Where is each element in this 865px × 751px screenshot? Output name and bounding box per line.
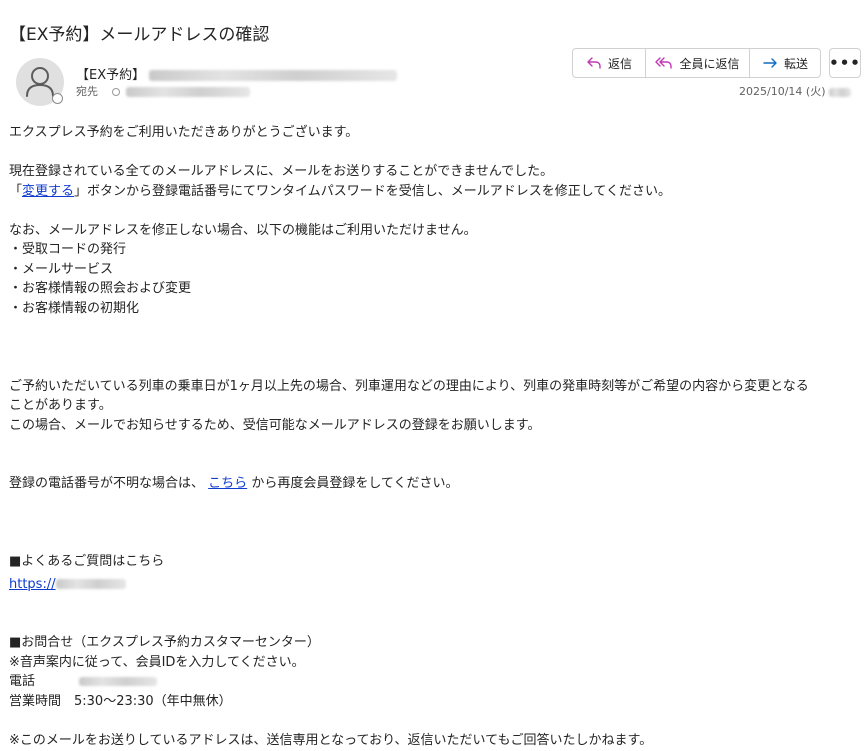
sender-email-redacted (149, 70, 398, 81)
reply-all-label: 全員に返信 (679, 56, 740, 71)
schedule-note: この場合、メールでお知らせするため、受信可能なメールアドレスの登録をお願いします… (9, 417, 541, 433)
reply-icon (587, 57, 601, 69)
to-label: 宛先 (76, 85, 98, 98)
date-text: 2025/10/14 (火) (739, 85, 826, 98)
action-button-group: 返信 全員に返信 転送 (572, 48, 821, 78)
recipient-line: 宛先 (76, 83, 250, 99)
recipient-status-icon (111, 88, 120, 96)
reply-all-icon (655, 57, 673, 69)
faq-link[interactable]: https:// (9, 577, 126, 592)
list-item: ・メールサービス (9, 261, 114, 277)
schedule-text-cont: ことがあります。 (9, 398, 112, 413)
reregister-text: 登録の電話番号が不明な場合は、 こちら から再度会員登録をしてください。 (9, 474, 857, 494)
faq-url-redacted (55, 579, 126, 589)
change-link[interactable]: 変更する (22, 184, 74, 199)
warning-text: なお、メールアドレスを修正しない場合、以下の機能はご利用いただけません。 (9, 222, 477, 238)
email-subject: 【EX予約】メールアドレスの確認 (9, 25, 270, 45)
contact-note: ※音声案内に従って、会員IDを入力してください。 (9, 654, 305, 670)
footer-note: ※このメールをお送りしているアドレスは、送信専用となっており、返信いただいてもご… (9, 732, 653, 748)
here-link[interactable]: こちら (208, 476, 247, 491)
forward-icon (763, 58, 777, 68)
sender-line[interactable]: 【EX予約】 (76, 64, 398, 83)
faq-heading: ■よくあるご質問はこちら (9, 554, 165, 569)
reply-button[interactable]: 返信 (573, 49, 645, 77)
reregister-rest: から再度会員登録をしてください。 (251, 476, 459, 491)
more-actions-button[interactable]: ••• (829, 48, 861, 78)
presence-status-icon (52, 93, 63, 104)
list-item: ・お客様情報の照会および変更 (9, 281, 192, 296)
phone-line: 電話 (9, 672, 857, 692)
notice-text: 現在登録されている全てのメールアドレスに、メールをお送りすることができませんでし… (9, 164, 554, 179)
more-icon: ••• (829, 54, 861, 72)
schedule-text: ご予約いただいている列車の乗車日が1ヶ月以上先の場合、列車運用などの理由により、… (9, 378, 809, 394)
faq-link-text: https:// (9, 576, 56, 592)
instruction-prefix: 「 (9, 183, 23, 199)
phone-label: 電話 (9, 674, 36, 689)
list-item: ・お客様情報の初期化 (9, 300, 140, 316)
instruction-rest: 」ボタンから登録電話番号にてワンタイムパスワードを受信し、メールアドレスを修正し… (74, 183, 671, 199)
greeting-text: エクスプレス予約をご利用いただきありがとうございます。 (9, 125, 359, 140)
sent-date: 2025/10/14 (火) (739, 83, 851, 99)
list-item: ・受取コードの発行 (9, 242, 127, 257)
recipient-redacted[interactable] (126, 87, 250, 97)
sender-name: 【EX予約】 (76, 68, 146, 83)
forward-label: 転送 (783, 56, 808, 71)
time-redacted (828, 87, 851, 97)
phone-number-redacted (79, 677, 158, 686)
email-body: エクスプレス予約をご利用いただきありがとうございます。 現在登録されている全ての… (9, 123, 857, 750)
forward-button[interactable]: 転送 (749, 49, 820, 77)
reply-all-button[interactable]: 全員に返信 (645, 49, 749, 77)
reregister-prefix: 登録の電話番号が不明な場合は、 (9, 476, 205, 491)
reply-label: 返信 (607, 56, 632, 71)
instruction-text: 「変更する」ボタンから登録電話番号にてワンタイムパスワードを受信し、メールアドレ… (9, 182, 857, 202)
contact-heading: ■お問合せ（エクスプレス予約カスタマーセンター） (9, 635, 320, 650)
sender-avatar[interactable] (16, 58, 64, 106)
business-hours: 営業時間 5:30～23:30（年中無休） (9, 693, 232, 709)
